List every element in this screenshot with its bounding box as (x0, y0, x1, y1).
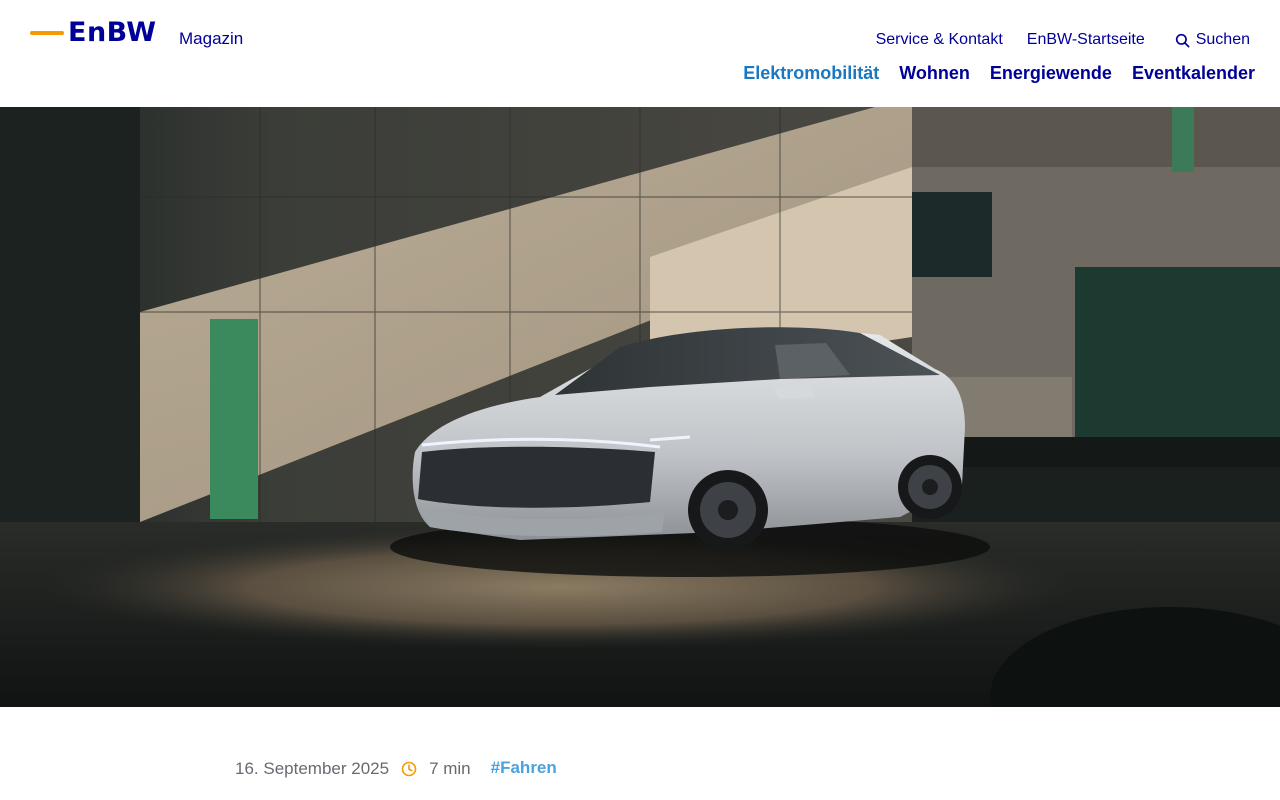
search-icon (1175, 33, 1190, 47)
hero-image (0, 107, 1280, 707)
read-time: 7 min (429, 759, 471, 778)
nav-energiewende[interactable]: Energiewende (990, 62, 1112, 84)
nav-elektromobilitaet[interactable]: Elektromobilität (743, 62, 879, 84)
search-button[interactable]: Suchen (1175, 30, 1250, 50)
service-kontakt-link[interactable]: Service & Kontakt (876, 30, 1003, 50)
enbw-startseite-link[interactable]: EnBW-Startseite (1027, 30, 1145, 50)
logo-wordmark: EnBW (68, 17, 157, 48)
tag-link-fahren[interactable]: #Fahren (491, 757, 557, 779)
nav-eventkalender[interactable]: Eventkalender (1132, 62, 1255, 84)
clock-icon (401, 761, 417, 777)
enbw-logo[interactable]: EnBW (30, 18, 157, 48)
logo-bar-mark (30, 31, 64, 35)
search-label: Suchen (1195, 31, 1250, 48)
nav-wohnen[interactable]: Wohnen (899, 62, 970, 84)
hero-car-illustration (0, 107, 1280, 707)
section-label: Magazin (179, 29, 244, 48)
main-navigation: Elektromobilität Wohnen Energiewende Eve… (743, 62, 1255, 84)
meta-navigation: Service & Kontakt EnBW-Startseite Suchen (876, 30, 1250, 50)
site-header: EnBW Magazin Service & Kontakt EnBW-Star… (0, 0, 1280, 107)
publish-date: 16. September 2025 (235, 759, 390, 778)
article-meta: 16. September 2025 7 min #Fahren (235, 758, 557, 780)
